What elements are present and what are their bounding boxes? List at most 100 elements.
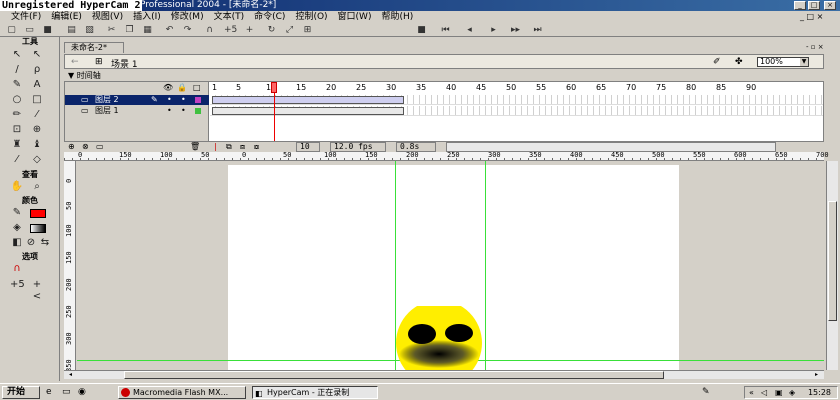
- stop-icon[interactable]: ■: [416, 25, 427, 35]
- eye-icon[interactable]: 👁: [163, 83, 173, 92]
- outline-icon[interactable]: □: [193, 83, 201, 92]
- playhead[interactable]: [271, 82, 277, 93]
- subselect-tool-icon[interactable]: ↖: [30, 49, 44, 61]
- go-to-end-icon[interactable]: ⏭: [532, 25, 543, 35]
- brush-tool-icon[interactable]: ⁄: [30, 109, 44, 121]
- smooth-icon[interactable]: +5: [224, 25, 237, 35]
- fill-transform-tool-icon[interactable]: ⊕: [30, 124, 44, 136]
- add-layer-icon[interactable]: ⊕: [68, 142, 75, 152]
- motion-tween[interactable]: [212, 96, 404, 104]
- edit-multiple-icon[interactable]: ⧇: [254, 142, 259, 152]
- document-tab[interactable]: 未命名-2*: [64, 42, 124, 53]
- document-window-controls[interactable]: - ▫ ×: [806, 43, 830, 52]
- volume-icon[interactable]: ◁: [761, 387, 767, 398]
- menu-modify[interactable]: 修改(M): [166, 11, 209, 23]
- rotate-icon[interactable]: ↻: [266, 25, 277, 35]
- menu-text[interactable]: 文本(T): [209, 11, 250, 23]
- horizontal-scrollbar[interactable]: ◂ ▸: [64, 370, 824, 379]
- scale-icon[interactable]: ⤢: [284, 25, 295, 35]
- smooth-option-icon[interactable]: +5: [10, 279, 25, 291]
- fill-color-icon[interactable]: ◈: [10, 222, 24, 234]
- menu-window[interactable]: 窗口(W): [333, 11, 377, 23]
- layer-row[interactable]: ▭ 图层 1 • •: [65, 106, 209, 116]
- menu-view[interactable]: 视图(V): [87, 11, 128, 23]
- redo-icon[interactable]: ↷: [182, 25, 193, 35]
- delete-layer-icon[interactable]: 🗑: [190, 142, 200, 152]
- hand-tool-icon[interactable]: ✋: [10, 181, 24, 193]
- input-method-icon[interactable]: ✎: [702, 387, 710, 397]
- scroll-left-icon[interactable]: ◂: [66, 371, 75, 379]
- open-folder-icon[interactable]: ▭: [24, 25, 35, 35]
- swap-colors-icon[interactable]: ⇆: [38, 237, 52, 249]
- black-white-icon[interactable]: ◧: [10, 237, 24, 249]
- step-back-icon[interactable]: ◂: [464, 25, 475, 35]
- edit-scene-icon[interactable]: ✐: [713, 57, 721, 67]
- zoom-select[interactable]: 100% ▼: [757, 57, 809, 67]
- line-tool-icon[interactable]: /: [10, 64, 24, 76]
- timeline-header[interactable]: ▼ 时间轴: [64, 70, 824, 81]
- text-tool-icon[interactable]: A: [30, 79, 44, 91]
- rectangle-tool-icon[interactable]: □: [30, 94, 44, 106]
- start-button[interactable]: 开始: [2, 386, 40, 399]
- copy-icon[interactable]: ❐: [124, 25, 135, 35]
- free-transform-tool-icon[interactable]: ⊡: [10, 124, 24, 136]
- pencil-tool-icon[interactable]: ✏: [10, 109, 24, 121]
- play-icon[interactable]: ▸: [488, 25, 499, 35]
- menu-help[interactable]: 帮助(H): [376, 11, 418, 23]
- lock-icon[interactable]: 🔒: [177, 83, 187, 92]
- print-preview-icon[interactable]: ▧: [84, 25, 95, 35]
- stroke-color-icon[interactable]: ✎: [10, 207, 24, 219]
- undo-icon[interactable]: ↶: [164, 25, 175, 35]
- eraser-tool-icon[interactable]: ◇: [30, 154, 44, 166]
- lasso-tool-icon[interactable]: ρ: [30, 64, 44, 76]
- frame-span[interactable]: [212, 107, 404, 115]
- smiley-graphic[interactable]: [389, 306, 489, 370]
- onion-skin-icon[interactable]: ⧉: [226, 142, 232, 152]
- quicklaunch-desktop-icon[interactable]: ▭: [62, 387, 71, 397]
- outline-color-swatch[interactable]: [195, 97, 201, 103]
- tray-expand-icon[interactable]: «: [749, 387, 754, 398]
- scrollbar-thumb[interactable]: [828, 201, 837, 321]
- menu-edit[interactable]: 编辑(E): [46, 11, 87, 23]
- back-arrow-icon[interactable]: ←: [71, 57, 79, 67]
- align-icon[interactable]: ⊞: [302, 25, 313, 35]
- quicklaunch-ie-icon[interactable]: e: [46, 387, 52, 397]
- straighten-icon[interactable]: +<: [244, 25, 255, 45]
- paste-icon[interactable]: ▦: [142, 25, 153, 35]
- maximize-button[interactable]: □: [808, 1, 820, 10]
- scrollbar-thumb[interactable]: [124, 371, 664, 379]
- doc-window-controls[interactable]: _ □ ×: [800, 12, 836, 22]
- save-icon[interactable]: ■: [42, 25, 53, 35]
- snap-magnet-icon[interactable]: ∩: [204, 25, 215, 35]
- paint-bucket-tool-icon[interactable]: ♝: [30, 139, 44, 151]
- task-flash[interactable]: Macromedia Flash MX...: [118, 386, 246, 399]
- menu-insert[interactable]: 插入(I): [128, 11, 166, 23]
- quicklaunch-media-icon[interactable]: ◉: [78, 387, 86, 397]
- zoom-tool-icon[interactable]: ⌕: [30, 181, 44, 193]
- edit-symbol-icon[interactable]: ✤: [735, 57, 743, 67]
- menu-commands[interactable]: 命令(C): [249, 11, 290, 23]
- center-frame-icon[interactable]: |: [214, 142, 217, 152]
- tray-app-icon[interactable]: ◈: [789, 387, 795, 398]
- arrow-tool-icon[interactable]: ↖: [10, 49, 24, 61]
- task-hypercam[interactable]: ◧ HyperCam - 正在录制: [252, 386, 378, 399]
- fill-gradient-swatch[interactable]: [30, 224, 46, 233]
- vertical-scrollbar[interactable]: [826, 161, 838, 370]
- minimize-button[interactable]: _: [794, 1, 806, 10]
- scroll-right-icon[interactable]: ▸: [812, 371, 821, 379]
- pen-tool-icon[interactable]: ✎: [10, 79, 24, 91]
- frames-panel[interactable]: 151015202530354045505560657075808590: [210, 82, 823, 150]
- outline-color-swatch[interactable]: [195, 108, 201, 114]
- snap-magnet-option-icon[interactable]: ∩: [10, 263, 24, 275]
- fill-color-swatch[interactable]: [30, 209, 46, 218]
- cut-icon[interactable]: ✂: [106, 25, 117, 35]
- menu-file[interactable]: 文件(F): [6, 11, 46, 23]
- step-forward-icon[interactable]: ▸▸: [510, 25, 521, 35]
- rewind-icon[interactable]: ⏮: [440, 25, 451, 35]
- print-icon[interactable]: ▤: [66, 25, 77, 35]
- new-file-icon[interactable]: ▢: [6, 25, 17, 35]
- close-button[interactable]: ×: [824, 1, 836, 10]
- layer-row[interactable]: ▭ 图层 2 ✎ • •: [65, 95, 209, 105]
- add-folder-icon[interactable]: ▭: [96, 142, 104, 152]
- straighten-option-icon[interactable]: +<: [30, 279, 44, 302]
